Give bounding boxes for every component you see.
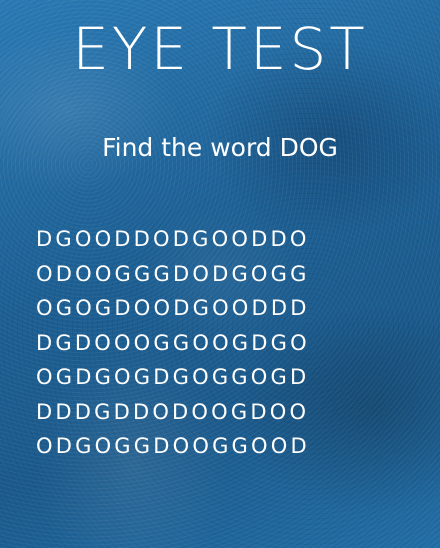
grid-row-6: DDDGDDODOOGDOO	[36, 399, 310, 424]
grid-row-7: ODGOGGDOOGGOOD	[36, 434, 310, 458]
grid-row-5: OGDGOGDGOGGOGD	[36, 365, 310, 389]
grid-row-4: DGDOOOGGOOGDGO	[36, 330, 310, 355]
grid-row-1: DGOODDODGOODDO	[36, 227, 310, 251]
instruction-text: Find the word DOG	[102, 133, 338, 162]
grid-row-3: OGOGDOODGOODDD	[36, 296, 310, 320]
grid-row-2: ODOOGGGDODGOGG	[36, 261, 310, 286]
letter-grid: DGOODDODGOODDO ODOOGGGDODGOGG OGOGDOODGO…	[36, 222, 406, 464]
page-title: EYE TEST	[72, 15, 368, 83]
